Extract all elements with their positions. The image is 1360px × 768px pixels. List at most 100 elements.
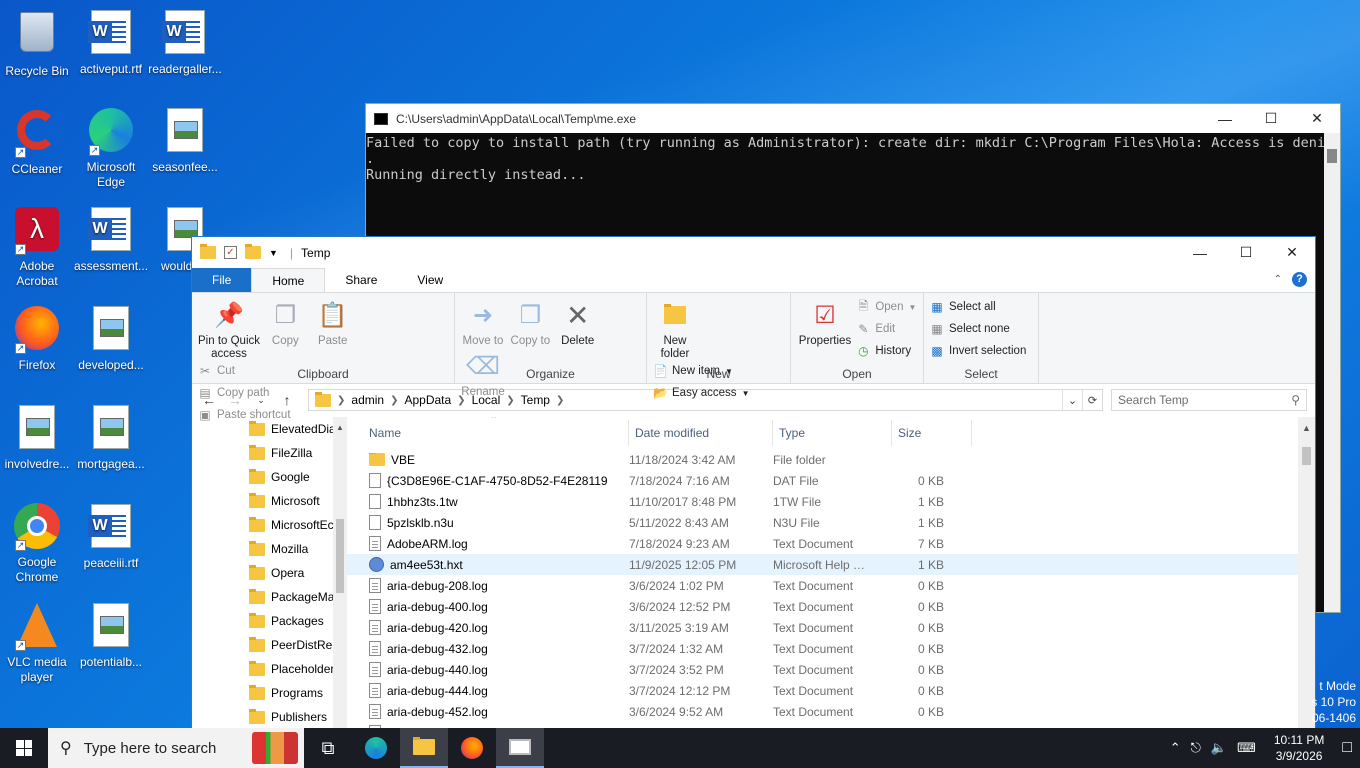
close-button[interactable]: ✕ bbox=[1269, 238, 1315, 267]
file-row[interactable]: 1hbhz3ts.1tw 11/10/2017 8:48 PM 1TW File 1 … bbox=[347, 491, 1315, 512]
desktop-icon[interactable]: ↗ CCleaner bbox=[0, 106, 74, 177]
new-folder-button[interactable]: New folder bbox=[653, 297, 697, 361]
copy-to-button[interactable]: ❐ Copy to bbox=[508, 297, 552, 348]
search-highlight-gift-icon[interactable] bbox=[252, 732, 298, 764]
navigation-scrollbar[interactable]: ▲ bbox=[333, 417, 347, 729]
file-row[interactable]: {C3D8E96E-C1AF-4750-8D52-F4E28119C1... 7/… bbox=[347, 470, 1315, 491]
properties-button[interactable]: ☑ Properties bbox=[797, 297, 853, 348]
desktop-icon[interactable]: involvedre... bbox=[0, 403, 74, 472]
network-icon[interactable]: ⎋ bbox=[1191, 740, 1201, 756]
scrollbar-thumb[interactable] bbox=[336, 519, 344, 593]
minimize-button[interactable]: — bbox=[1177, 238, 1223, 267]
file-row[interactable]: aria-debug-208.log 3/6/2024 1:02 PM Text D… bbox=[347, 575, 1315, 596]
nav-folder-item[interactable]: Placeholder bbox=[192, 657, 347, 681]
nav-folder-item[interactable]: Programs bbox=[192, 681, 347, 705]
taskbar-search-box[interactable]: ⚲ Type here to search bbox=[48, 728, 304, 768]
scrollbar-thumb[interactable] bbox=[1302, 447, 1311, 465]
nav-folder-item[interactable]: MicrosoftEc bbox=[192, 513, 347, 537]
desktop-icon[interactable]: Wreadergaller... bbox=[148, 8, 222, 77]
file-row[interactable]: AdobeARM.log 7/18/2024 9:23 AM Text Docume… bbox=[347, 533, 1315, 554]
desktop-icon[interactable]: ↗ Firefox bbox=[0, 304, 74, 373]
nav-folder-item[interactable]: PackageMa bbox=[192, 585, 347, 609]
desktop-icon[interactable]: Wassessment... bbox=[74, 205, 148, 274]
maximize-button[interactable]: ☐ bbox=[1248, 104, 1294, 133]
delete-button[interactable]: ✕ Delete bbox=[556, 297, 600, 348]
volume-icon[interactable]: 🔈 bbox=[1211, 740, 1227, 756]
edge-taskbar-icon[interactable] bbox=[352, 728, 400, 768]
nav-folder-item[interactable]: Packages bbox=[192, 609, 347, 633]
nav-folder-item[interactable]: Opera bbox=[192, 561, 347, 585]
column-date-modified[interactable]: Date modified bbox=[629, 420, 773, 446]
desktop-icon[interactable]: λ ↗ Adobe Acrobat bbox=[0, 205, 74, 289]
close-button[interactable]: ✕ bbox=[1294, 104, 1340, 133]
minimize-button[interactable]: — bbox=[1202, 104, 1248, 133]
desktop-icon[interactable]: mortgagea... bbox=[74, 403, 148, 472]
desktop-icon[interactable]: ↗ VLC media player bbox=[0, 601, 74, 685]
desktop-icon[interactable]: Wactiveput.rtf bbox=[74, 8, 148, 77]
input-language-icon[interactable]: ⌨ bbox=[1237, 740, 1256, 756]
invert-selection-button[interactable]: ▩ Invert selection bbox=[930, 343, 1026, 359]
select-none-button[interactable]: ▦ Select none bbox=[930, 321, 1026, 337]
refresh-icon[interactable]: ⟳ bbox=[1082, 390, 1102, 410]
nav-folder-item[interactable]: Publishers bbox=[192, 705, 347, 729]
console-taskbar-icon[interactable] bbox=[496, 728, 544, 768]
breadcrumb-temp[interactable]: Temp bbox=[521, 393, 550, 407]
expand-ribbon-icon[interactable]: ⌃ bbox=[1274, 274, 1282, 285]
desktop-icon[interactable]: Wpeaceiii.rtf bbox=[74, 502, 148, 571]
file-row[interactable]: 5pzlsklb.n3u 5/11/2022 8:43 AM N3U File 1 K… bbox=[347, 512, 1315, 533]
scrollbar-thumb[interactable] bbox=[1327, 149, 1337, 163]
explorer-titlebar[interactable]: ✓ ▼ | Temp — ☐ ✕ bbox=[192, 237, 1315, 268]
new-folder-icon[interactable] bbox=[245, 244, 261, 259]
address-dropdown-icon[interactable]: ⌄ bbox=[1062, 390, 1082, 410]
desktop-icon[interactable]: ↗ Microsoft Edge bbox=[74, 106, 148, 190]
console-scrollbar[interactable] bbox=[1324, 133, 1340, 612]
help-icon[interactable]: ? bbox=[1292, 272, 1307, 287]
file-row[interactable]: am4ee53t.hxt 11/9/2025 12:05 PM Microsoft … bbox=[347, 554, 1315, 575]
open-button[interactable]: 🗎 Open ▼ bbox=[856, 299, 917, 315]
column-type[interactable]: Type bbox=[773, 420, 892, 446]
nav-folder-item[interactable]: Mozilla bbox=[192, 537, 347, 561]
select-all-button[interactable]: ▦ Select all bbox=[930, 299, 1026, 315]
file-row[interactable]: VBE 11/18/2024 3:42 AM File folder bbox=[347, 449, 1315, 470]
desktop-icon[interactable]: seasonfee... bbox=[148, 106, 222, 175]
desktop-icon[interactable]: potentialb... bbox=[74, 601, 148, 670]
copy-button[interactable]: ❐ Copy bbox=[263, 297, 307, 348]
firefox-taskbar-icon[interactable] bbox=[448, 728, 496, 768]
tab-view[interactable]: View bbox=[397, 268, 463, 292]
nav-folder-item[interactable]: ElevatedDia bbox=[192, 417, 347, 441]
column-size[interactable]: Size bbox=[892, 420, 972, 446]
tab-file[interactable]: File bbox=[192, 268, 252, 292]
customize-qat-icon[interactable]: ▼ bbox=[269, 248, 278, 258]
desktop-icon[interactable]: developed... bbox=[74, 304, 148, 373]
nav-folder-item[interactable]: Google bbox=[192, 465, 347, 489]
easy-access-button[interactable]: 📂 Easy access ▼ bbox=[653, 385, 749, 401]
file-row[interactable]: aria-debug-420.log 3/11/2025 3:19 AM Text … bbox=[347, 617, 1315, 638]
search-input[interactable]: Search Temp ⚲ bbox=[1111, 389, 1307, 411]
nav-folder-item[interactable]: Microsoft bbox=[192, 489, 347, 513]
breadcrumb-appdata[interactable]: AppData bbox=[404, 393, 451, 407]
clock[interactable]: 10:11 PM 3/9/2026 bbox=[1266, 732, 1332, 764]
task-view-icon[interactable]: ⧉ bbox=[304, 728, 352, 768]
file-row[interactable]: aria-debug-400.log 3/6/2024 12:52 PM Text … bbox=[347, 596, 1315, 617]
column-name[interactable]: Name bbox=[369, 420, 629, 446]
desktop-icon[interactable]: Recycle Bin bbox=[0, 8, 74, 79]
history-button[interactable]: ◷ History bbox=[856, 343, 916, 359]
scroll-up-icon[interactable]: ▲ bbox=[1302, 423, 1311, 433]
desktop-icon[interactable]: ↗ Google Chrome bbox=[0, 502, 74, 585]
console-titlebar[interactable]: C:\Users\admin\AppData\Local\Temp\me.exe… bbox=[366, 104, 1340, 133]
nav-folder-item[interactable]: PeerDistRep bbox=[192, 633, 347, 657]
properties-check-icon[interactable]: ✓ bbox=[224, 246, 237, 259]
show-hidden-icons-icon[interactable]: ⌃ bbox=[1170, 740, 1181, 756]
nav-folder-item[interactable]: FileZilla bbox=[192, 441, 347, 465]
pin-to-quick-access-button[interactable]: 📌 Pin to Quick access bbox=[198, 297, 260, 361]
tab-share[interactable]: Share bbox=[325, 268, 397, 292]
file-explorer-taskbar-icon[interactable] bbox=[400, 728, 448, 768]
copy-path-button[interactable]: ▤ Copy path bbox=[198, 385, 291, 401]
move-to-button[interactable]: ➜ Move to bbox=[461, 297, 505, 348]
edit-button[interactable]: ✎ Edit bbox=[856, 321, 916, 337]
scroll-up-icon[interactable]: ▲ bbox=[336, 423, 344, 432]
notifications-icon[interactable]: □ bbox=[1342, 739, 1352, 757]
tab-home[interactable]: Home bbox=[251, 268, 326, 292]
paste-button[interactable]: 📋 Paste bbox=[311, 297, 355, 348]
breadcrumb-admin[interactable]: admin bbox=[351, 393, 384, 407]
